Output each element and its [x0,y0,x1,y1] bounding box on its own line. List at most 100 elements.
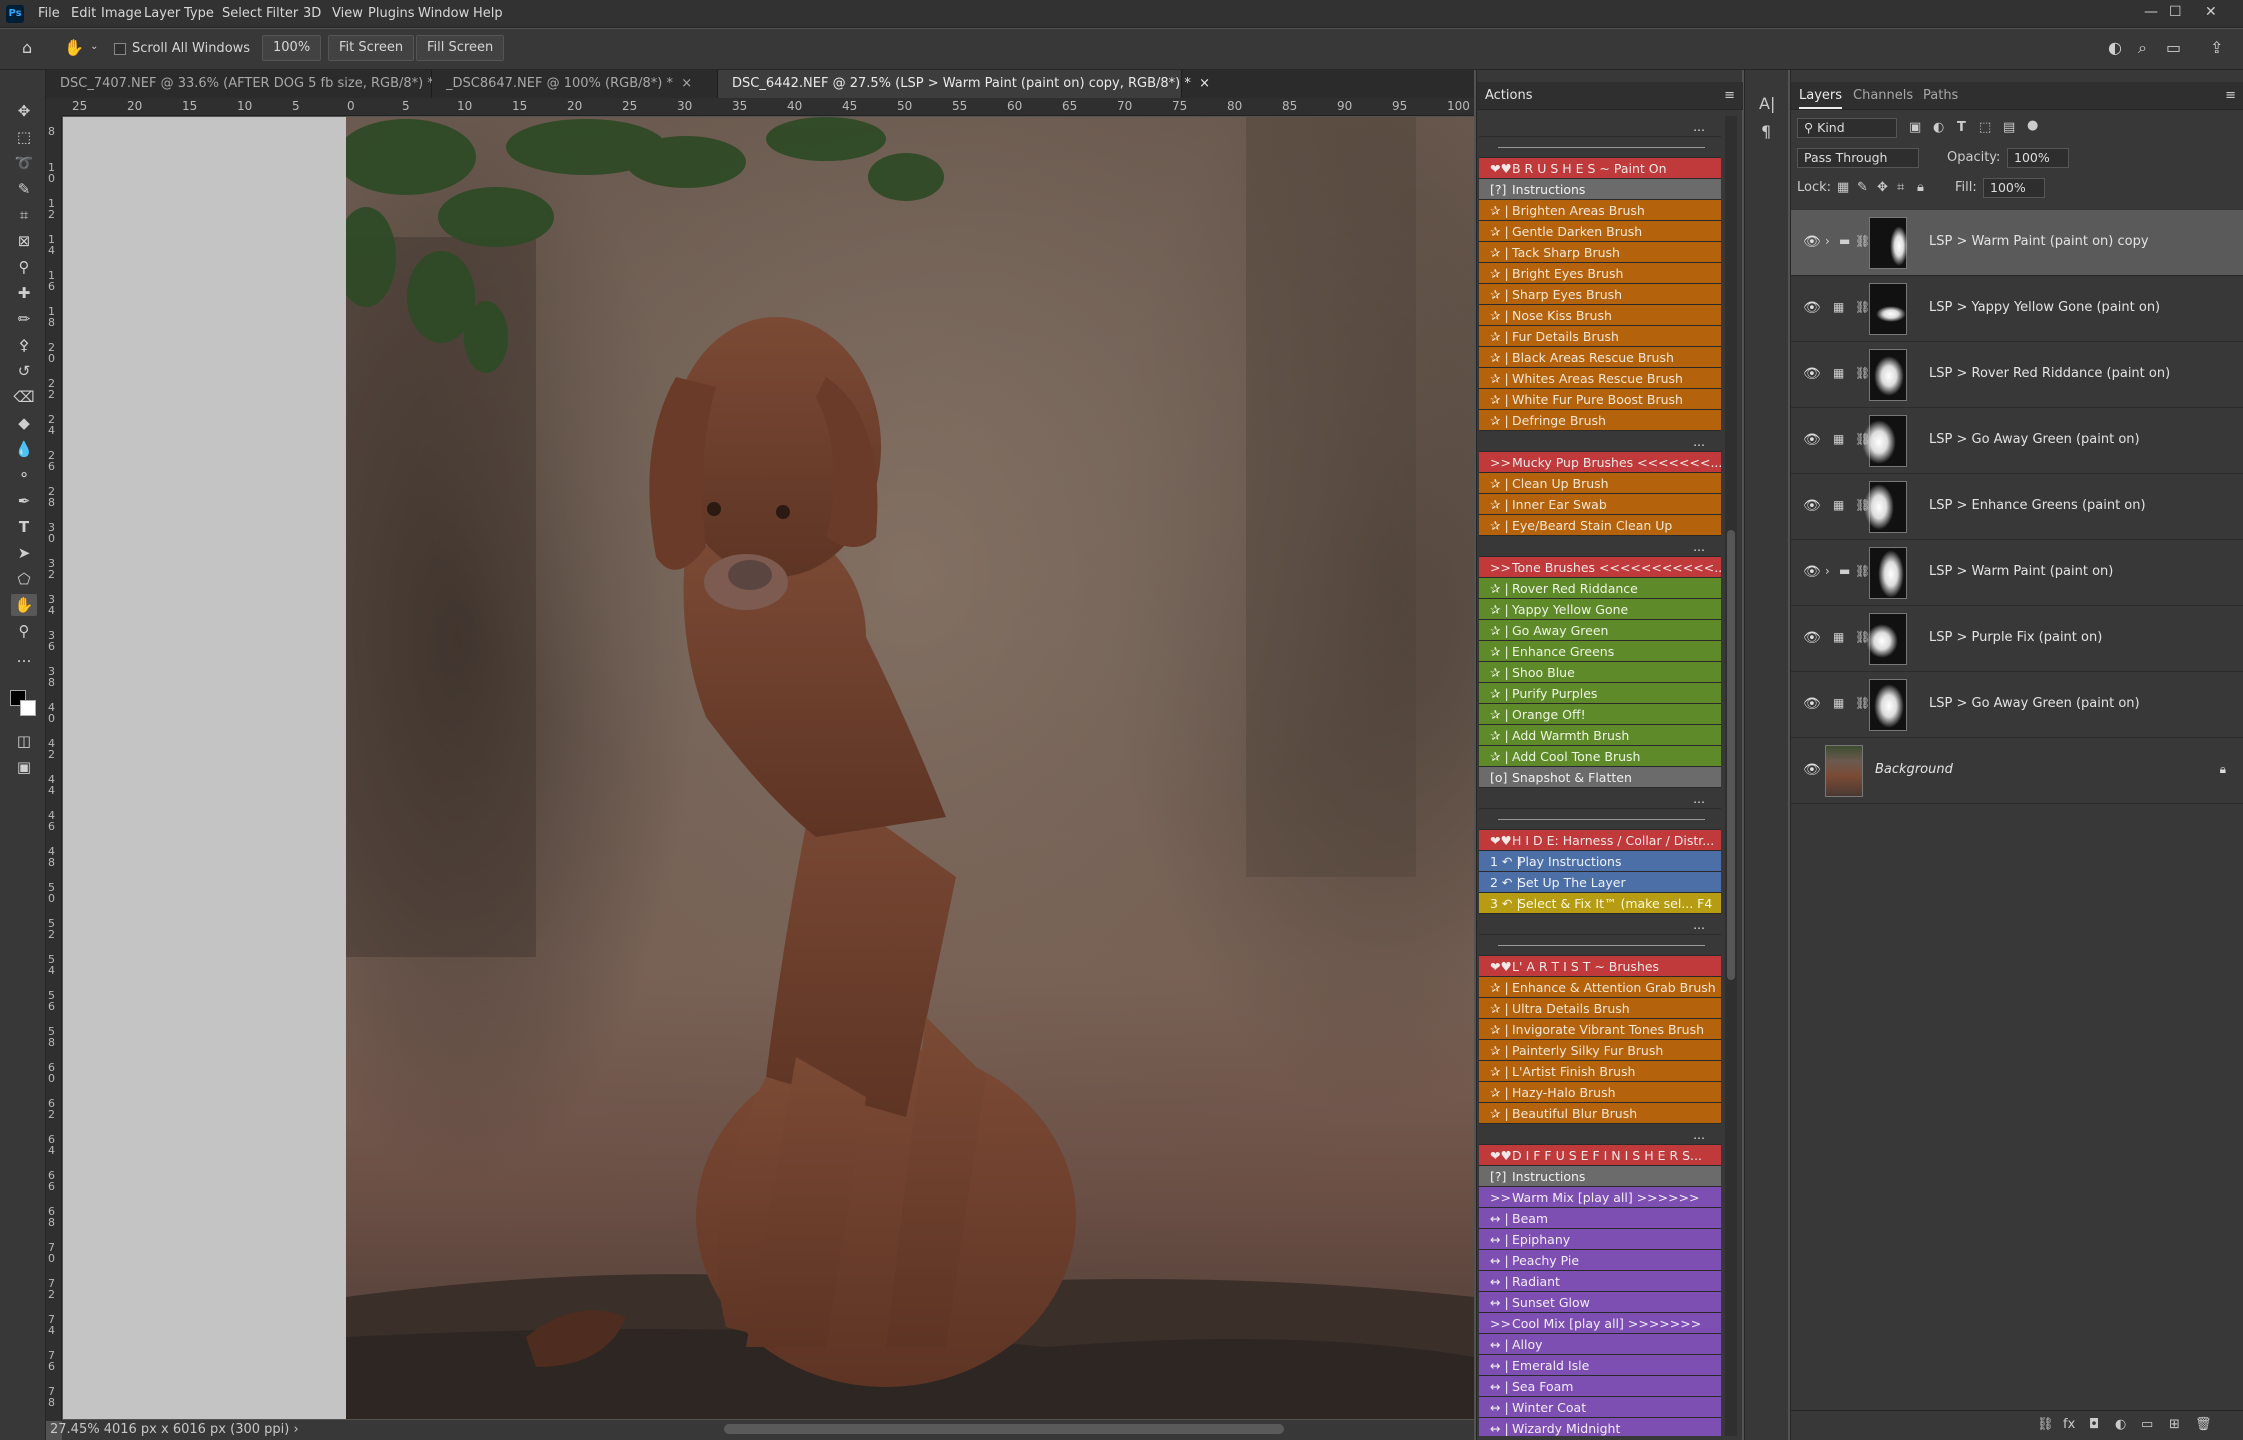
path-select-tool-icon[interactable]: ➤ [11,542,37,564]
workspace-icon[interactable]: ▭ [2166,38,2181,57]
action-toggle-icon[interactable]: ✰ | [1490,746,1512,766]
scroll-all-windows-checkbox[interactable] [114,43,126,55]
action-toggle-icon[interactable]: ✰ | [1490,662,1512,682]
layer-mask-thumbnail[interactable] [1869,547,1907,599]
layer-thumbnail[interactable] [1825,745,1863,797]
action-toggle-icon[interactable]: ✰ | [1490,368,1512,388]
layer-name[interactable]: LSP > Go Away Green (paint on) [1929,696,2140,711]
new-group-icon[interactable]: ▭ [2141,1417,2153,1432]
action-set-more[interactable]: ... [1479,914,1721,935]
action-toggle-icon[interactable]: >> [1490,452,1512,472]
action-item[interactable]: >>Warm Mix [play all] >>>>>> [1479,1187,1721,1208]
action-item[interactable]: ↔ | Wizardy Midnight [1479,1418,1721,1436]
close-tab-icon[interactable]: × [1199,76,1210,91]
action-toggle-icon[interactable]: ↔ | [1490,1208,1512,1228]
action-item[interactable]: ✰ | Black Areas Rescue Brush [1479,347,1721,368]
visibility-eye-icon[interactable]: 👁︎ [1803,300,1821,316]
layer-mask-thumbnail[interactable] [1862,415,1907,467]
layer-row[interactable]: 👁︎ Background 🔒︎ [1791,738,2243,804]
action-toggle-icon[interactable]: ✰ | [1490,326,1512,346]
delete-layer-icon[interactable]: 🗑︎ [2195,1417,2212,1432]
eraser-tool-icon[interactable]: ⌫ [11,386,37,408]
fill-screen-button[interactable]: Fill Screen [416,35,505,61]
tab-dsc-6442[interactable]: DSC_6442.NEF @ 27.5% (LSP > Warm Paint (… [718,70,1210,98]
new-layer-icon[interactable]: ⊞ [2169,1417,2180,1432]
action-toggle-icon[interactable]: >> [1490,1187,1512,1207]
expand-chevron-icon[interactable]: › [1825,564,1830,578]
action-item[interactable]: ✰ | Enhance Greens [1479,641,1721,662]
action-toggle-icon[interactable]: ✰ | [1490,599,1512,619]
visibility-eye-icon[interactable]: 👁︎ [1803,564,1821,580]
close-icon[interactable]: ✕ [2205,4,2217,20]
action-toggle-icon[interactable]: 2 ↶ | [1490,872,1521,892]
action-item[interactable]: ↔ | Sunset Glow [1479,1292,1721,1313]
action-item[interactable]: ↔ | Epiphany [1479,1229,1721,1250]
filter-smart-object-icon[interactable]: ▤ [2003,120,2015,135]
action-item[interactable]: ✰ | Gentle Darken Brush [1479,221,1721,242]
expand-chevron-icon[interactable]: › [1825,234,1830,248]
action-item[interactable]: ✰ | L'Artist Finish Brush [1479,1061,1721,1082]
action-item[interactable]: ↔ | Peachy Pie [1479,1250,1721,1271]
type-tool-icon[interactable]: T [11,516,37,538]
action-toggle-icon[interactable]: ✰ | [1490,1082,1512,1102]
share-upload-icon[interactable]: ⇪ [2210,38,2223,57]
healing-tool-icon[interactable]: ✚ [11,282,37,304]
eyedropper-tool-icon[interactable]: ⚲ [11,256,37,278]
layer-row[interactable]: 👁︎ › ▬ ⛓ LSP > Warm Paint (paint on) copy [1791,210,2243,276]
action-toggle-icon[interactable]: ↔ | [1490,1292,1512,1312]
menu-image[interactable]: Image [101,6,142,21]
menu-view[interactable]: View [332,6,363,21]
action-item[interactable]: 2 ↶ |Set Up The Layer [1479,872,1721,893]
fx-icon[interactable]: fx [2063,1417,2075,1432]
menu-filter[interactable]: Filter [266,6,298,21]
action-item[interactable]: ✰ | Add Cool Tone Brush [1479,746,1721,767]
action-item[interactable]: [?] Instructions [1479,1166,1721,1187]
action-toggle-icon[interactable]: ✰ | [1490,977,1512,997]
share-icon[interactable]: ◐ [2108,38,2122,57]
action-toggle-icon[interactable]: ↔ | [1490,1271,1512,1291]
layer-mask-thumbnail[interactable] [1869,679,1907,731]
visibility-eye-icon[interactable]: 👁︎ [1803,762,1821,778]
action-item[interactable]: ✰ | Shoo Blue [1479,662,1721,683]
layer-mask-thumbnail[interactable] [1866,613,1907,665]
action-item[interactable]: ✰ | Defringe Brush [1479,410,1721,431]
blend-mode-select[interactable]: Pass Through [1797,148,1919,168]
action-set-more[interactable]: ... [1479,1124,1721,1145]
action-set-more[interactable]: ... [1479,431,1721,452]
add-mask-icon[interactable]: ◘ [2089,1417,2099,1432]
action-item[interactable]: ✰ | Bright Eyes Brush [1479,263,1721,284]
tab-dsc-8647[interactable]: _DSC8647.NEF @ 100% (RGB/8*) * × [432,70,718,98]
mask-link-icon[interactable]: ⛓ [1855,696,1870,710]
action-toggle-icon[interactable]: ✰ | [1490,221,1512,241]
action-item[interactable]: [?] Instructions [1479,179,1721,200]
action-toggle-icon[interactable]: ✰ | [1490,1019,1512,1039]
action-toggle-icon[interactable]: ✰ | [1490,578,1512,598]
layer-name[interactable]: LSP > Go Away Green (paint on) [1929,432,2140,447]
maximize-icon[interactable]: ☐ [2169,4,2182,20]
frame-tool-icon[interactable]: ⊠ [11,230,37,252]
layer-filter-select[interactable]: ⚲ Kind [1797,118,1897,138]
action-toggle-icon[interactable]: [?] [1490,1166,1512,1186]
action-item[interactable]: ✰ | Purify Purples [1479,683,1721,704]
menu-help[interactable]: Help [473,6,503,21]
action-toggle-icon[interactable]: ↔ | [1490,1355,1512,1375]
action-set-more[interactable]: ... [1479,788,1721,809]
panel-menu-icon[interactable]: ≡ [1724,88,1735,103]
layer-name[interactable]: Background [1875,762,1953,777]
action-toggle-icon[interactable]: ❤♥ [1490,956,1512,976]
opacity-input[interactable]: 100% [2007,148,2069,168]
fit-screen-button[interactable]: Fit Screen [328,35,415,61]
actions-tab[interactable]: Actions [1485,88,1533,103]
filter-type-icon[interactable]: T [1957,120,1966,135]
stamp-tool-icon[interactable]: ⚴ [11,334,37,356]
lock-position-icon[interactable]: ✥ [1877,180,1888,195]
menu-plugins[interactable]: Plugins [368,6,415,21]
action-toggle-icon[interactable]: ✰ | [1490,1061,1512,1081]
visibility-eye-icon[interactable]: 👁︎ [1803,696,1821,712]
chevron-down-icon[interactable]: ⌄ [90,41,98,52]
action-toggle-icon[interactable]: ✰ | [1490,641,1512,661]
menu-select[interactable]: Select [222,6,262,21]
layer-name[interactable]: LSP > Yappy Yellow Gone (paint on) [1929,300,2160,315]
fill-input[interactable]: 100% [1983,178,2045,198]
action-item[interactable]: ✰ | Enhance & Attention Grab Brush [1479,977,1721,998]
